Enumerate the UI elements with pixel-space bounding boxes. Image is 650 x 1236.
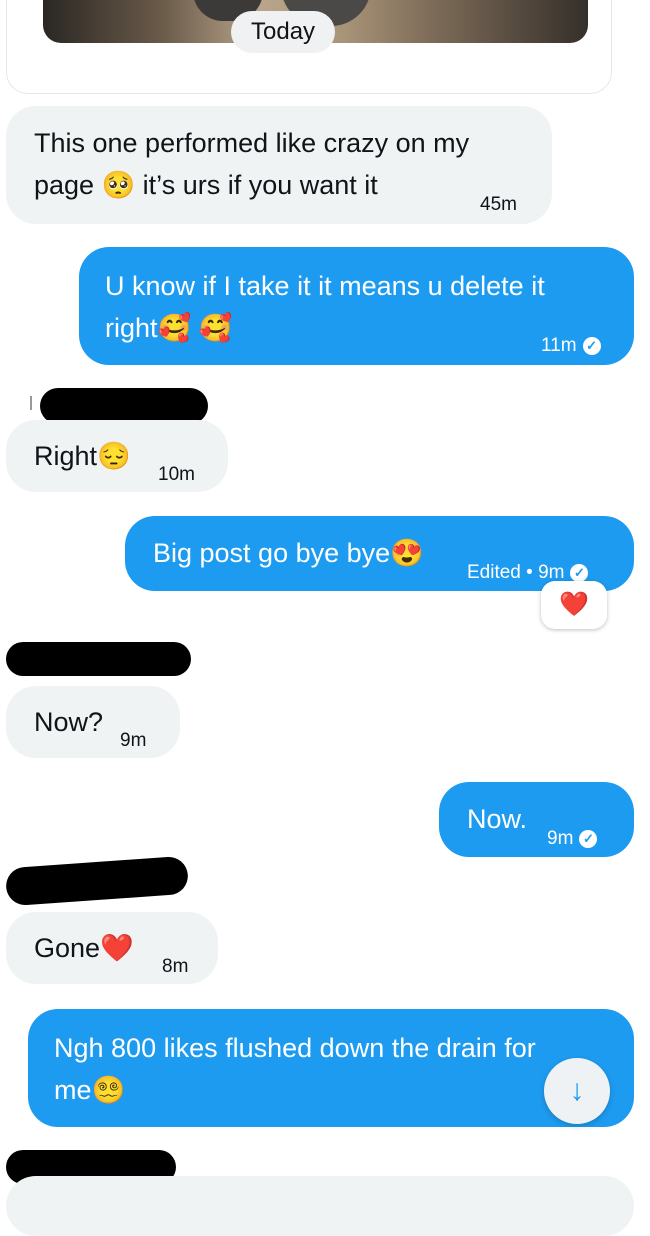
message-timestamp: 11m: [541, 335, 577, 356]
message-text: Big post go bye bye😍: [153, 538, 424, 568]
message-bubble-incoming[interactable]: This one performed like crazy on my page…: [6, 106, 552, 224]
message-status: 11m ✓: [541, 325, 601, 367]
redacted-sender-name: [4, 855, 190, 907]
scroll-down-button[interactable]: ↓: [544, 1058, 610, 1124]
message-text: Now.: [467, 804, 528, 834]
date-divider: Today: [231, 11, 336, 53]
message-text-line: Ngh 800 likes flushed down the drain for: [54, 1033, 536, 1063]
message-timestamp: 9m: [547, 828, 574, 849]
message-bubble-incoming[interactable]: Right😔 10m: [6, 420, 228, 492]
message-status: 9m ✓: [547, 818, 598, 860]
message-timestamp: 8m: [162, 956, 189, 977]
sender-initial-fragment: [30, 396, 32, 410]
message-text-line: U know if I take it it means u delete it: [105, 271, 545, 301]
redacted-sender-name: [6, 642, 191, 676]
heart-reaction[interactable]: ❤️: [541, 581, 607, 629]
message-timestamp: 9m: [120, 730, 147, 751]
message-text-line: page 🥺 it’s urs if you want it: [34, 170, 378, 200]
redacted-sender-name: [40, 388, 208, 424]
message-bubble-incoming[interactable]: Now? 9m: [6, 686, 180, 758]
media-card[interactable]: Today: [6, 0, 612, 94]
message-timestamp: 10m: [158, 464, 195, 485]
arrow-down-icon: ↓: [569, 1074, 585, 1107]
message-timestamp: 45m: [480, 194, 517, 215]
message-text-line: This one performed like crazy on my: [34, 128, 470, 158]
check-circle-icon: ✓: [579, 829, 598, 848]
message-bubble-outgoing[interactable]: Big post go bye bye😍 Edited • 9m ✓: [125, 516, 634, 591]
message-text: Now?: [34, 707, 104, 737]
message-timestamp: Edited • 9m: [467, 562, 565, 583]
message-text: Right😔: [34, 441, 131, 471]
message-bubble-outgoing[interactable]: Now. 9m ✓: [439, 782, 634, 857]
message-text: Gone❤️: [34, 933, 134, 963]
check-circle-icon: ✓: [582, 336, 601, 355]
check-circle-icon: ✓: [570, 563, 589, 582]
message-bubble-incoming[interactable]: Gone❤️ 8m: [6, 912, 218, 984]
message-bubble-incoming-partial[interactable]: [6, 1176, 634, 1236]
message-bubble-outgoing[interactable]: U know if I take it it means u delete it…: [79, 247, 634, 365]
message-bubble-outgoing[interactable]: Ngh 800 likes flushed down the drain for…: [28, 1009, 634, 1127]
